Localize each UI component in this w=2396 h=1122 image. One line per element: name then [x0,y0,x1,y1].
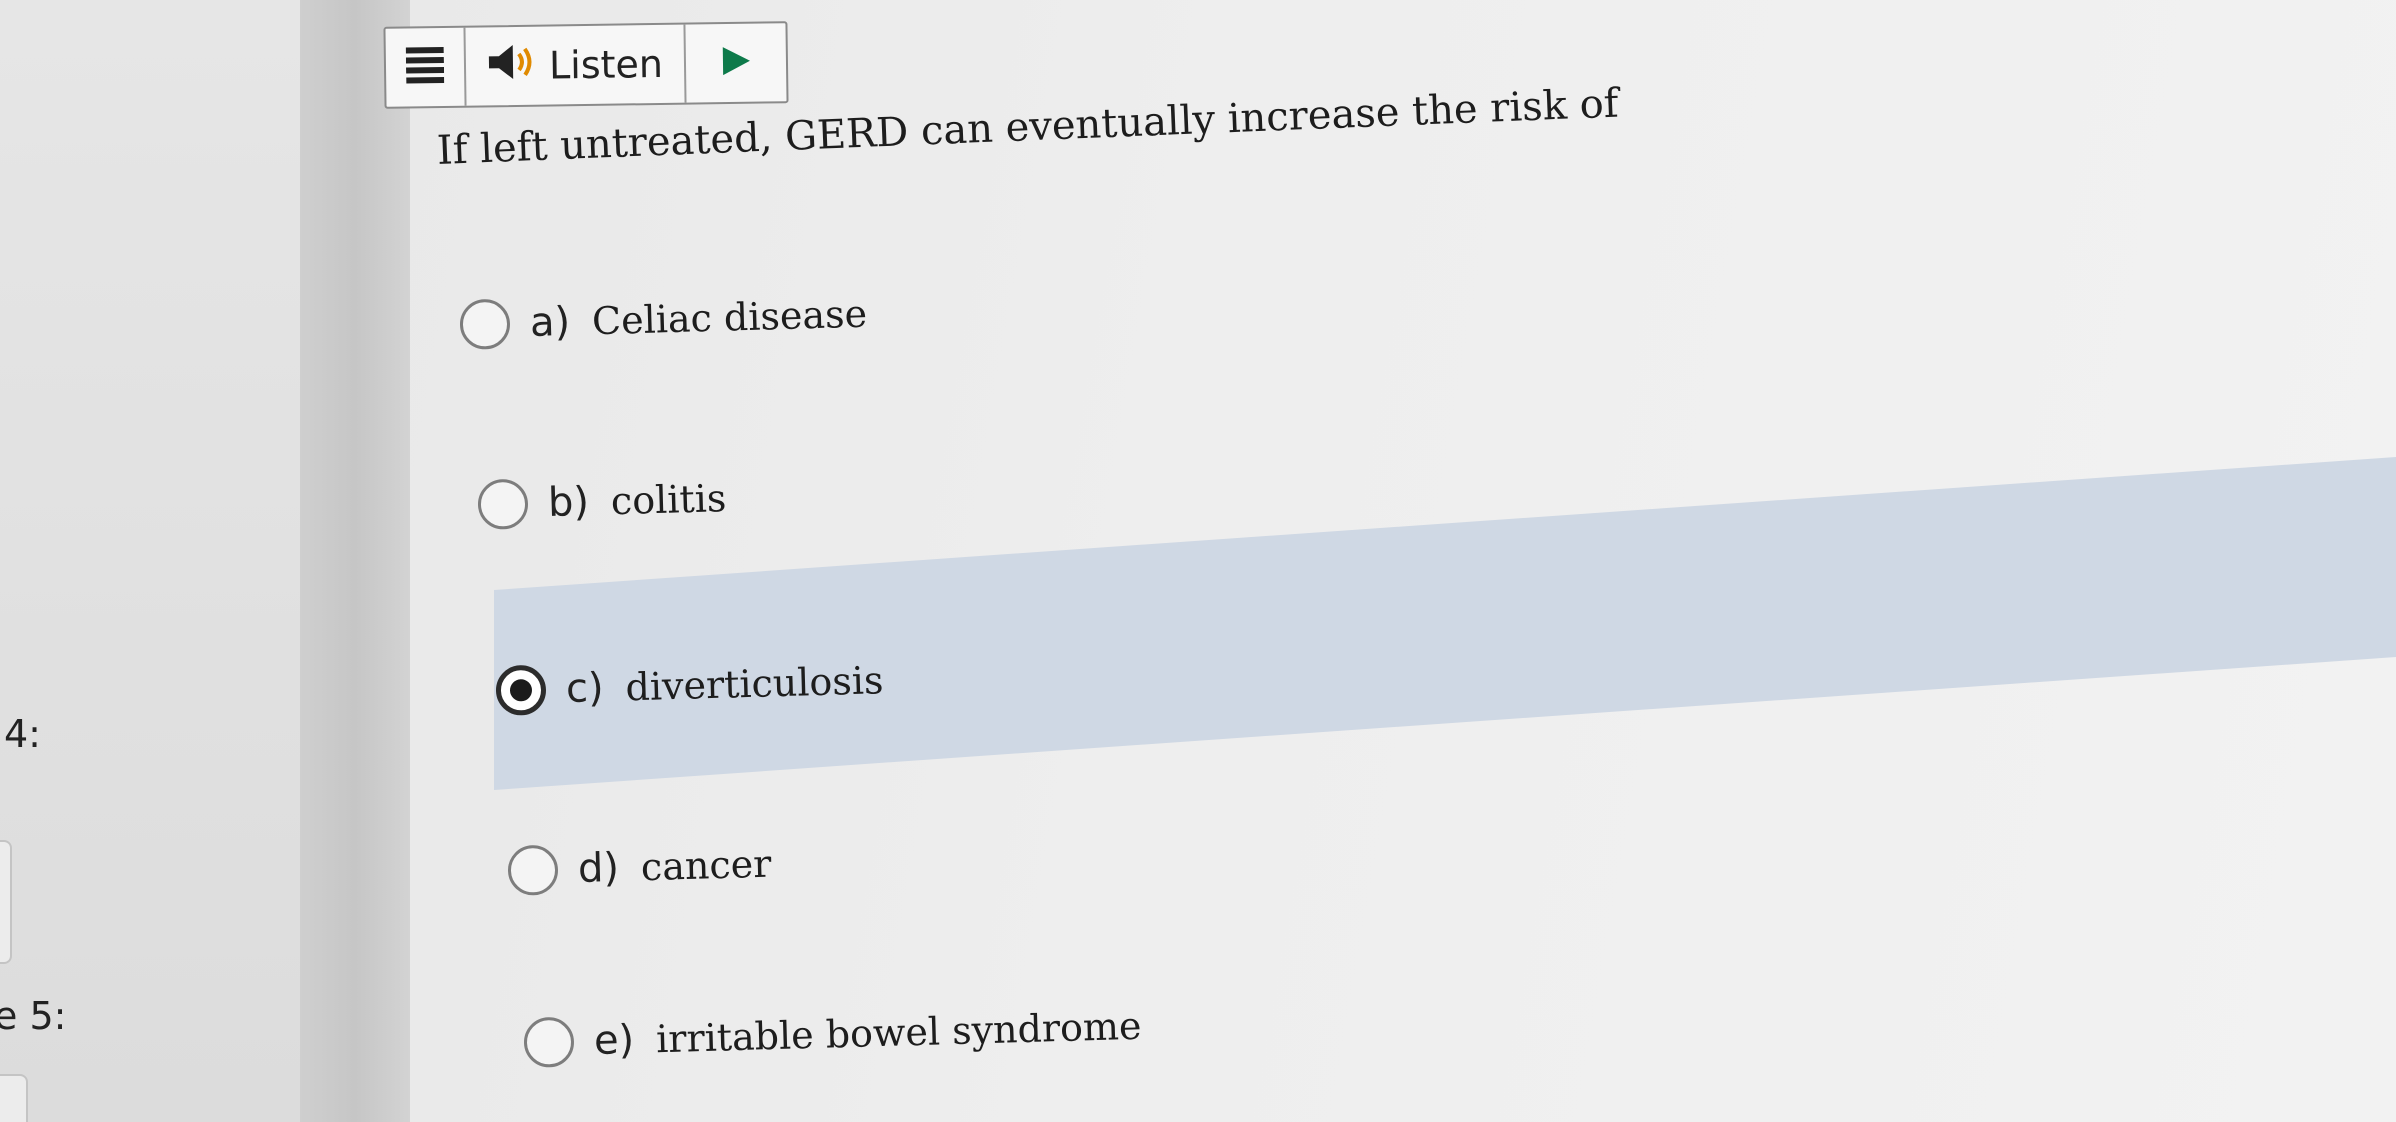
radio-button-a[interactable] [459,298,511,350]
listen-button[interactable]: Listen [465,24,687,106]
option-letter: e) [593,1016,635,1065]
option-text: cancer [640,841,772,890]
play-button[interactable] [685,23,786,102]
option-text: diverticulosis [624,658,885,710]
panel-divider [300,0,410,1122]
read-aloud-toolbar: Listen [383,21,789,109]
option-letter: b) [547,478,590,527]
answer-option-b[interactable]: b) colitis [477,473,727,530]
quiz-screen: 4: e 5: Listen If left untreated, GERD c… [0,0,2396,1122]
option-text: colitis [610,476,727,524]
nav-item-box[interactable] [0,840,12,964]
radio-button-e[interactable] [523,1016,575,1068]
question-navigation-panel: 4: e 5: [0,0,300,1122]
option-letter: c) [565,665,605,713]
option-letter: a) [529,298,571,347]
nav-item-question-5[interactable]: e 5: [0,994,66,1038]
nav-item-box[interactable] [0,1074,28,1122]
option-text: Celiac disease [591,291,868,344]
option-text: irritable bowel syndrome [655,1003,1142,1062]
radio-button-d[interactable] [507,844,559,896]
play-icon [719,43,754,82]
radio-button-b[interactable] [477,478,529,530]
answer-option-d[interactable]: d) cancer [507,839,772,896]
listen-label: Listen [548,41,664,88]
hamburger-menu-icon [405,44,445,90]
radio-button-c-selected[interactable] [495,664,547,716]
speaker-icon [487,41,538,91]
nav-item-question-4[interactable]: 4: [4,712,41,756]
option-letter: d) [577,844,620,893]
toolbar-menu-button[interactable] [385,27,467,107]
radio-selected-dot [509,678,533,702]
